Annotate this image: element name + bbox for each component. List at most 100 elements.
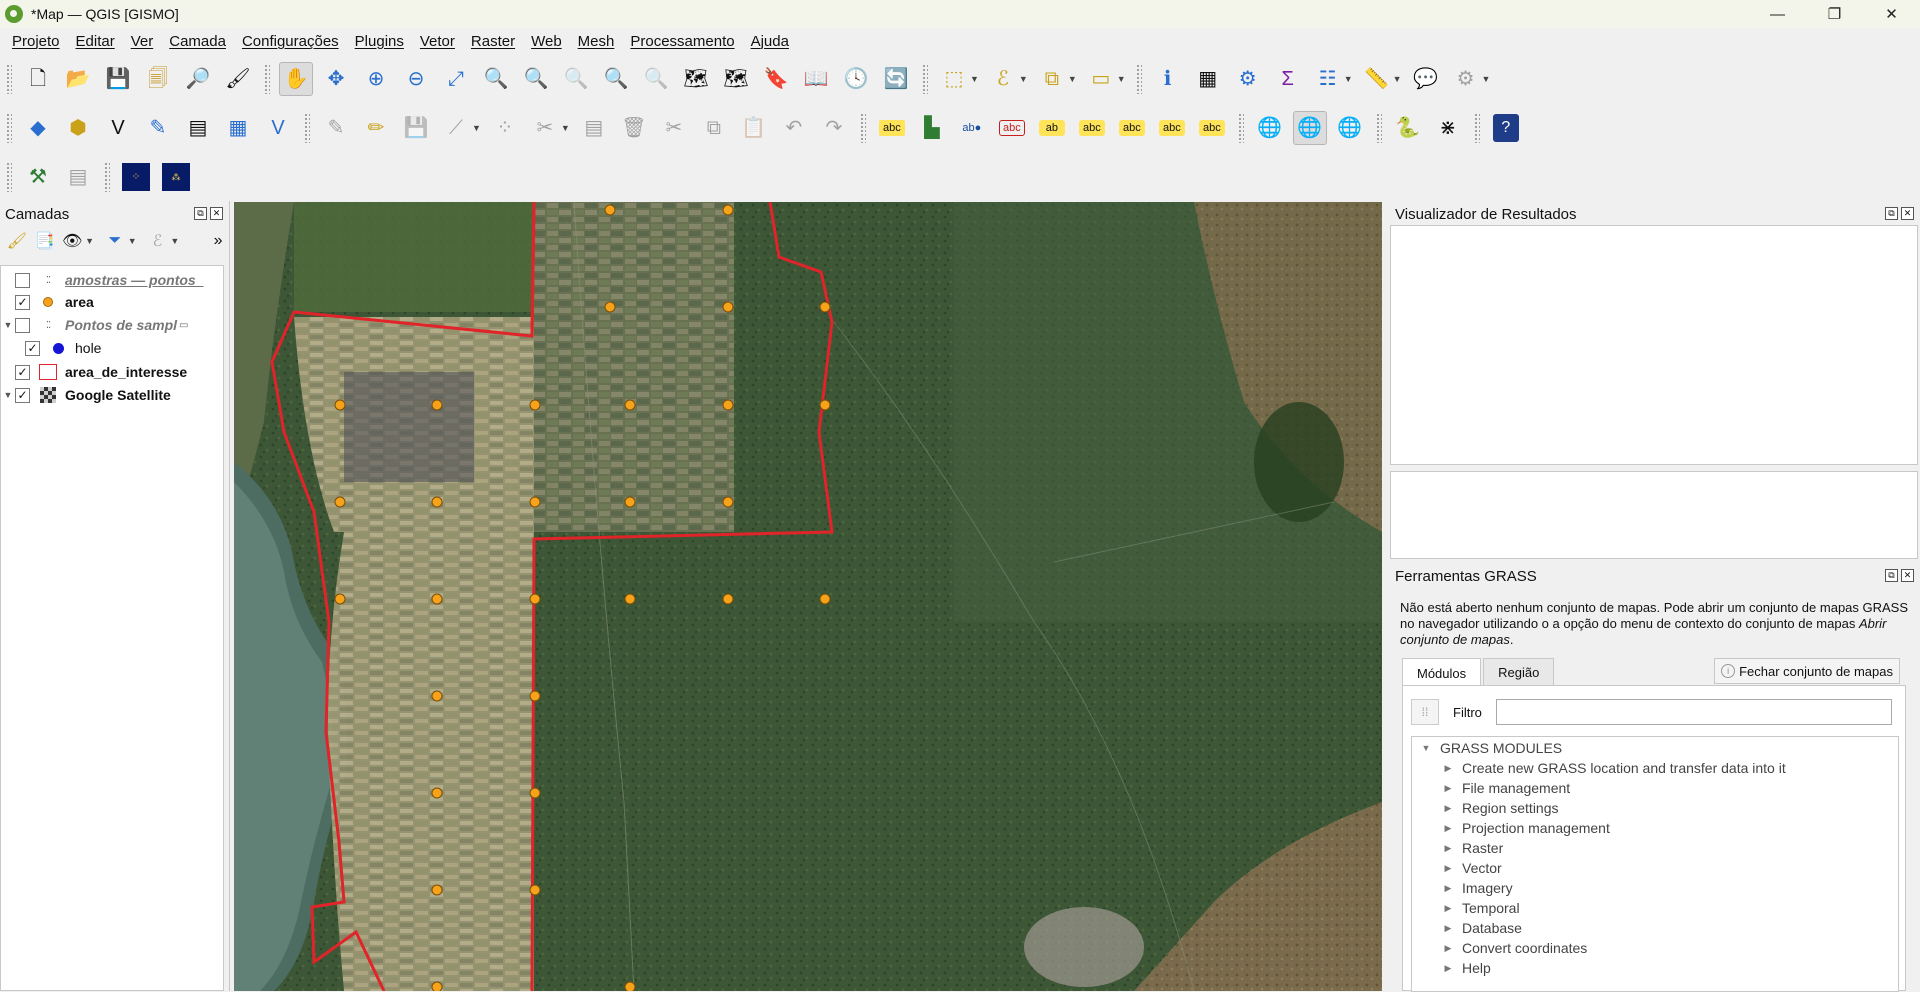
new-project-icon[interactable]: 🗋 [21, 62, 55, 96]
chevron-right-icon[interactable]: ▶ [1442, 823, 1454, 834]
float-panel-icon[interactable]: ⧉ [1885, 207, 1898, 220]
sample-point[interactable] [431, 690, 443, 702]
add-wms-layer-icon[interactable]: 🌐 [1253, 111, 1287, 145]
close-button[interactable]: ✕ [1863, 0, 1920, 28]
dropdown-arrow-icon[interactable]: ▼ [128, 236, 137, 246]
satellite-map[interactable] [234, 202, 1382, 991]
layer-visibility-checkbox[interactable] [15, 272, 30, 288]
sample-point[interactable] [431, 593, 443, 605]
redo-icon[interactable]: ↷ [817, 111, 851, 145]
close-panel-icon[interactable]: ✕ [210, 207, 223, 220]
network-plugin-icon[interactable]: ⋇ [1431, 111, 1465, 145]
toolbar-handle[interactable] [6, 162, 12, 192]
chevron-right-icon[interactable]: ▶ [1442, 963, 1454, 974]
menu-ajuda[interactable]: Ajuda [743, 33, 797, 50]
select-by-expression-icon[interactable]: ℰ [986, 62, 1020, 96]
tree-root-grass-modules[interactable]: ▼ GRASS MODULES [1420, 738, 1563, 758]
new-temporary-layer-icon[interactable]: ✎ [141, 111, 175, 145]
layer-row-google-satellite[interactable]: ▼ ✓ Google Satellite [1, 384, 225, 406]
chevron-right-icon[interactable]: ▶ [1442, 883, 1454, 894]
module-item[interactable]: ▶ Vector [1442, 858, 1502, 878]
chevron-right-icon[interactable]: ▶ [1442, 943, 1454, 954]
sample-point[interactable] [624, 593, 636, 605]
sampling-points-icon[interactable]: ⁘ [119, 160, 153, 194]
module-item[interactable]: ▶ Help [1442, 958, 1491, 978]
open-layer-styling-icon[interactable]: 🖌 [6, 231, 28, 251]
toolbar-handle[interactable] [304, 113, 310, 143]
vertex-editor-icon[interactable]: ✂ [528, 111, 562, 145]
menu-plugins[interactable]: Plugins [347, 33, 412, 50]
sample-point[interactable] [722, 399, 734, 411]
close-panel-icon[interactable]: ✕ [1901, 207, 1914, 220]
sample-point[interactable] [624, 981, 636, 991]
dropdown-arrow-icon[interactable]: ▼ [1117, 74, 1126, 84]
grass-region-icon[interactable]: ▤ [61, 160, 95, 194]
numbered-points-icon[interactable]: ⁂ [159, 160, 193, 194]
zoom-out-icon[interactable]: ⊖ [399, 62, 433, 96]
layer-visibility-checkbox[interactable]: ✓ [15, 387, 30, 403]
open-project-icon[interactable]: 📂 [61, 62, 95, 96]
toolbar-handle[interactable] [6, 64, 12, 94]
cut-features-icon[interactable]: ✂ [657, 111, 691, 145]
zoom-in-icon[interactable]: ⊕ [359, 62, 393, 96]
dropdown-arrow-icon[interactable]: ▼ [561, 123, 570, 133]
new-geopackage-layer-icon[interactable]: ⬢ [61, 111, 95, 145]
undo-icon[interactable]: ↶ [777, 111, 811, 145]
dropdown-arrow-icon[interactable]: ▼ [170, 236, 179, 246]
rotate-label-icon[interactable]: abc [1118, 120, 1145, 136]
layer-row-area[interactable]: ✓ area [1, 291, 225, 313]
expand-arrow-icon[interactable]: ▼ [1420, 743, 1432, 753]
sample-point[interactable] [529, 690, 541, 702]
zoom-to-selection-icon[interactable]: 🔍 [479, 62, 513, 96]
chevron-right-icon[interactable]: ▶ [1442, 783, 1454, 794]
sample-point[interactable] [722, 496, 734, 508]
sample-point[interactable] [529, 496, 541, 508]
layer-visibility-checkbox[interactable]: ✓ [15, 294, 30, 310]
sample-point[interactable] [431, 399, 443, 411]
close-panel-icon[interactable]: ✕ [1901, 569, 1914, 582]
dropdown-arrow-icon[interactable]: ▼ [1344, 74, 1353, 84]
toolbar-handle[interactable] [859, 113, 866, 143]
dropdown-arrow-icon[interactable]: ▼ [1068, 74, 1077, 84]
sample-point[interactable] [334, 399, 346, 411]
category-visibility-checkbox[interactable]: ✓ [25, 340, 40, 356]
toolbar-handle[interactable] [6, 113, 12, 143]
sample-point[interactable] [722, 204, 734, 216]
highlight-pinned-labels-icon[interactable]: ab● [955, 111, 989, 145]
identify-features-icon[interactable]: ℹ [1151, 62, 1185, 96]
layer-row-area-de-interesse[interactable]: ✓ area_de_interesse [1, 361, 225, 383]
chevron-right-icon[interactable]: ▶ [1442, 923, 1454, 934]
view-mode-icon[interactable]: ⁞⁞ [1411, 699, 1439, 725]
sample-point[interactable] [431, 981, 443, 991]
measure-line-icon[interactable]: 📏 [1360, 62, 1394, 96]
label-properties-icon[interactable]: abc [1198, 120, 1225, 136]
new-vector-tile-icon[interactable]: V [261, 111, 295, 145]
layer-row-pontos-de-sampling[interactable]: ▼ ⁚⁚ Pontos de sampl ▭ [1, 314, 225, 336]
current-edits-icon[interactable]: ✎ [319, 111, 353, 145]
sample-point[interactable] [604, 204, 616, 216]
annotation-icon[interactable]: ⚙ [1449, 62, 1483, 96]
float-panel-icon[interactable]: ⧉ [194, 207, 207, 220]
layer-row-amostras[interactable]: ⁚⁚ amostras — pontos_ [1, 269, 225, 291]
manage-visibility-eye-icon[interactable]: 👁 [61, 231, 83, 251]
help-icon[interactable]: ? [1492, 114, 1519, 142]
toolbar-handle[interactable] [264, 64, 270, 94]
menu-web[interactable]: Web [523, 33, 570, 50]
collapse-arrow-icon[interactable]: ▼ [1, 320, 15, 330]
layout-manager-icon[interactable]: 🔎 [181, 62, 215, 96]
paste-features-icon[interactable]: 📋 [737, 111, 771, 145]
zoom-full-icon[interactable]: ⤢ [439, 62, 473, 96]
modify-attributes-icon[interactable]: ▤ [577, 111, 611, 145]
new-shapefile-layer-icon[interactable]: V [101, 111, 135, 145]
python-console-icon[interactable]: 🐍 [1391, 111, 1425, 145]
dropdown-arrow-icon[interactable]: ▼ [1482, 74, 1491, 84]
metasearch-icon[interactable]: 🌐 [1292, 111, 1327, 145]
menu-configuracoes[interactable]: Configurações [234, 33, 347, 50]
sample-point[interactable] [819, 593, 831, 605]
chevron-right-icon[interactable]: ▶ [1442, 763, 1454, 774]
sample-point[interactable] [529, 399, 541, 411]
sample-point[interactable] [529, 787, 541, 799]
refresh-icon[interactable]: 🔄 [879, 62, 913, 96]
toolbar-handle[interactable] [922, 64, 928, 94]
results-detail[interactable] [1390, 471, 1918, 559]
